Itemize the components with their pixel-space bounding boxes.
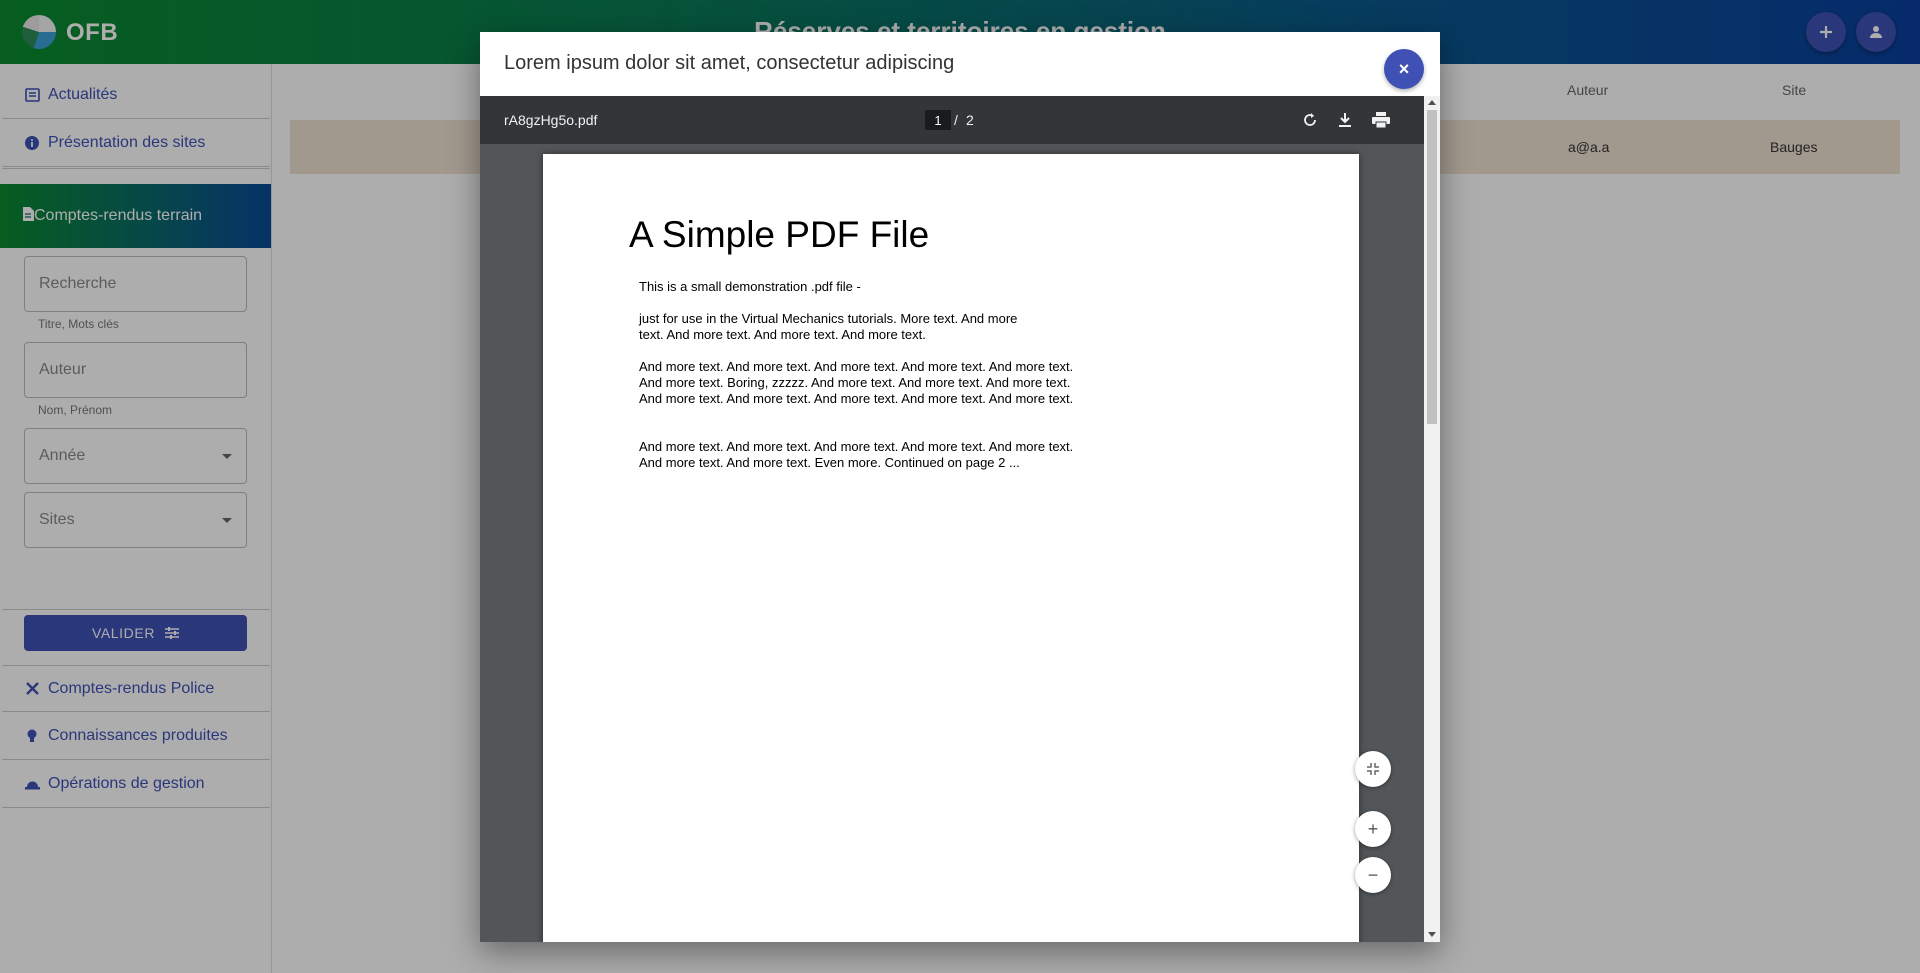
zoom-out-button[interactable]: − xyxy=(1355,857,1391,893)
zoom-in-icon: + xyxy=(1367,818,1379,839)
pdf-paragraph: This is a small demonstration .pdf file … xyxy=(639,279,861,294)
scrollbar-thumb[interactable] xyxy=(1427,110,1437,424)
pdf-title: A Simple PDF File xyxy=(629,214,930,255)
print-icon xyxy=(1372,112,1390,128)
download-button[interactable] xyxy=(1334,109,1356,131)
close-icon: × xyxy=(1398,58,1410,79)
zoom-in-button[interactable]: + xyxy=(1355,811,1391,847)
print-button[interactable] xyxy=(1370,109,1392,131)
zoom-out-icon: − xyxy=(1367,864,1379,885)
vertical-scrollbar[interactable] xyxy=(1424,96,1440,942)
pdf-toolbar: rA8gzHg5o.pdf 1 / 2 xyxy=(480,96,1424,144)
pdf-paragraph: And more text. And more text. And more t… xyxy=(639,439,1074,470)
fit-page-button[interactable] xyxy=(1355,751,1391,787)
modal-title: Lorem ipsum dolor sit amet, consectetur … xyxy=(504,52,955,74)
pdf-page: A Simple PDF File This is a small demons… xyxy=(543,154,1359,942)
pdf-modal: Lorem ipsum dolor sit amet, consectetur … xyxy=(480,32,1440,942)
close-button[interactable]: × xyxy=(1384,49,1424,89)
pdf-viewer: rA8gzHg5o.pdf 1 / 2 A Simple PDF File Th… xyxy=(480,96,1440,942)
pdf-paragraph: just for use in the Virtual Mechanics tu… xyxy=(639,311,1018,342)
rotate-icon xyxy=(1304,113,1316,126)
pdf-filename: rA8gzHg5o.pdf xyxy=(504,112,598,128)
download-icon xyxy=(1339,113,1351,127)
scroll-down-icon[interactable] xyxy=(1428,932,1436,937)
scroll-up-icon[interactable] xyxy=(1428,100,1436,105)
pdf-paragraph: And more text. And more text. And more t… xyxy=(639,359,1074,406)
rotate-button[interactable] xyxy=(1299,109,1321,131)
page-number-input[interactable]: 1 xyxy=(925,110,951,130)
page-separator: / xyxy=(954,112,958,128)
page-total: 2 xyxy=(966,112,974,128)
fit-page-icon xyxy=(1367,763,1379,775)
